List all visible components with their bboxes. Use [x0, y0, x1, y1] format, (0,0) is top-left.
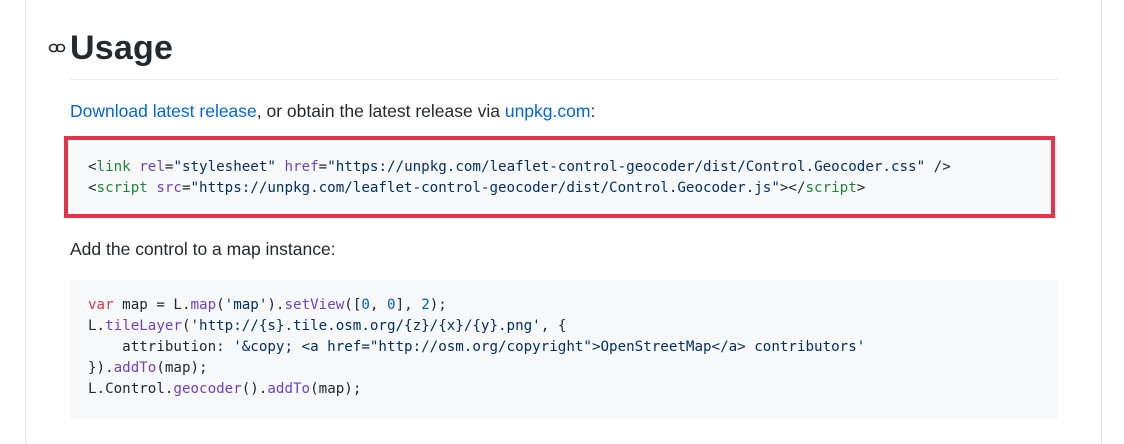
map-code-block[interactable]: var map = L.map('map').setView([0, 0], 2… — [70, 280, 1058, 419]
intro-end: : — [590, 101, 596, 121]
section-title: Usage — [70, 29, 174, 67]
heading-divider — [70, 79, 1058, 80]
usage-heading: Usage — [48, 26, 173, 70]
intro-text: , or obtain the latest release via — [256, 101, 505, 121]
code-line: attribution: '&copy; <a href="http://osm… — [88, 339, 866, 355]
code-line: L.tileLayer('http://{s}.tile.osm.org/{z}… — [88, 318, 567, 334]
code-line: var map = L.map('map').setView([0, 0], 2… — [88, 297, 447, 313]
download-latest-release-link[interactable]: Download latest release — [70, 101, 257, 121]
highlight-box — [64, 136, 1055, 218]
intro-paragraph: Download latest release, or obtain the l… — [70, 99, 595, 123]
code-line: L.Control.geocoder().addTo(map); — [88, 381, 362, 397]
add-control-paragraph: Add the control to a map instance: — [70, 239, 336, 259]
unpkg-link[interactable]: unpkg.com — [505, 101, 591, 121]
code-line: }).addTo(map); — [88, 360, 208, 376]
link-icon[interactable] — [48, 40, 66, 56]
